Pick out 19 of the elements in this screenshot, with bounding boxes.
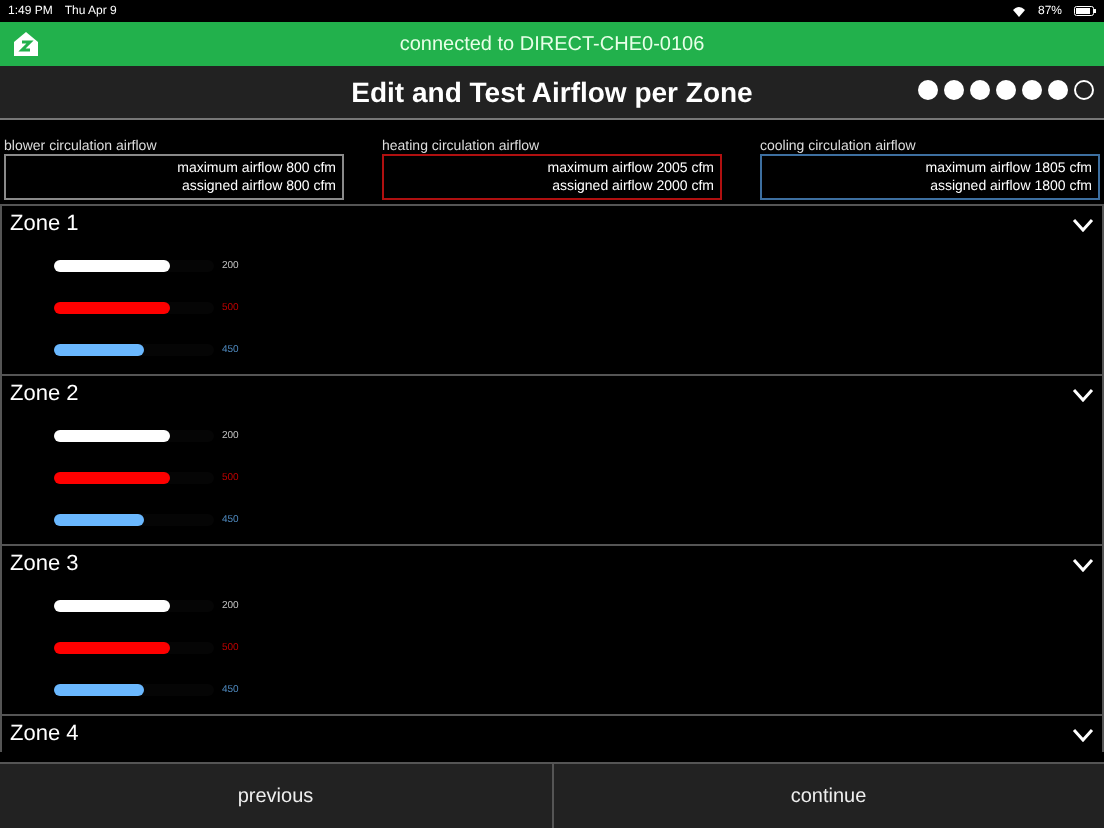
airflow-bar-fill[interactable] bbox=[54, 429, 170, 441]
connection-status: connected to DIRECT-CHE0-0106 bbox=[399, 33, 705, 55]
chevron-icon[interactable] bbox=[1072, 217, 1094, 231]
zone-name[interactable]: Zone 2 bbox=[10, 382, 79, 406]
page-title: Edit and Test Airflow per Zone bbox=[351, 76, 753, 108]
wifi-icon bbox=[1011, 5, 1026, 17]
airflow-bar-fill[interactable] bbox=[54, 599, 170, 611]
zone-name[interactable]: Zone 3 bbox=[10, 552, 79, 576]
chevron-icon[interactable] bbox=[1072, 557, 1094, 571]
home-icon[interactable] bbox=[12, 30, 40, 58]
airflow-bar-fill[interactable] bbox=[54, 683, 144, 695]
chevron-icon[interactable] bbox=[1072, 387, 1094, 401]
battery-icon bbox=[1074, 6, 1096, 16]
zone-name[interactable]: Zone 1 bbox=[10, 212, 79, 236]
airflow-bar-fill[interactable] bbox=[54, 513, 144, 525]
zone-name[interactable]: Zone 4 bbox=[10, 722, 79, 746]
airflow-bar-fill[interactable] bbox=[54, 259, 170, 271]
airflow-bar-fill[interactable] bbox=[54, 343, 144, 355]
chevron-icon[interactable] bbox=[1072, 727, 1094, 741]
